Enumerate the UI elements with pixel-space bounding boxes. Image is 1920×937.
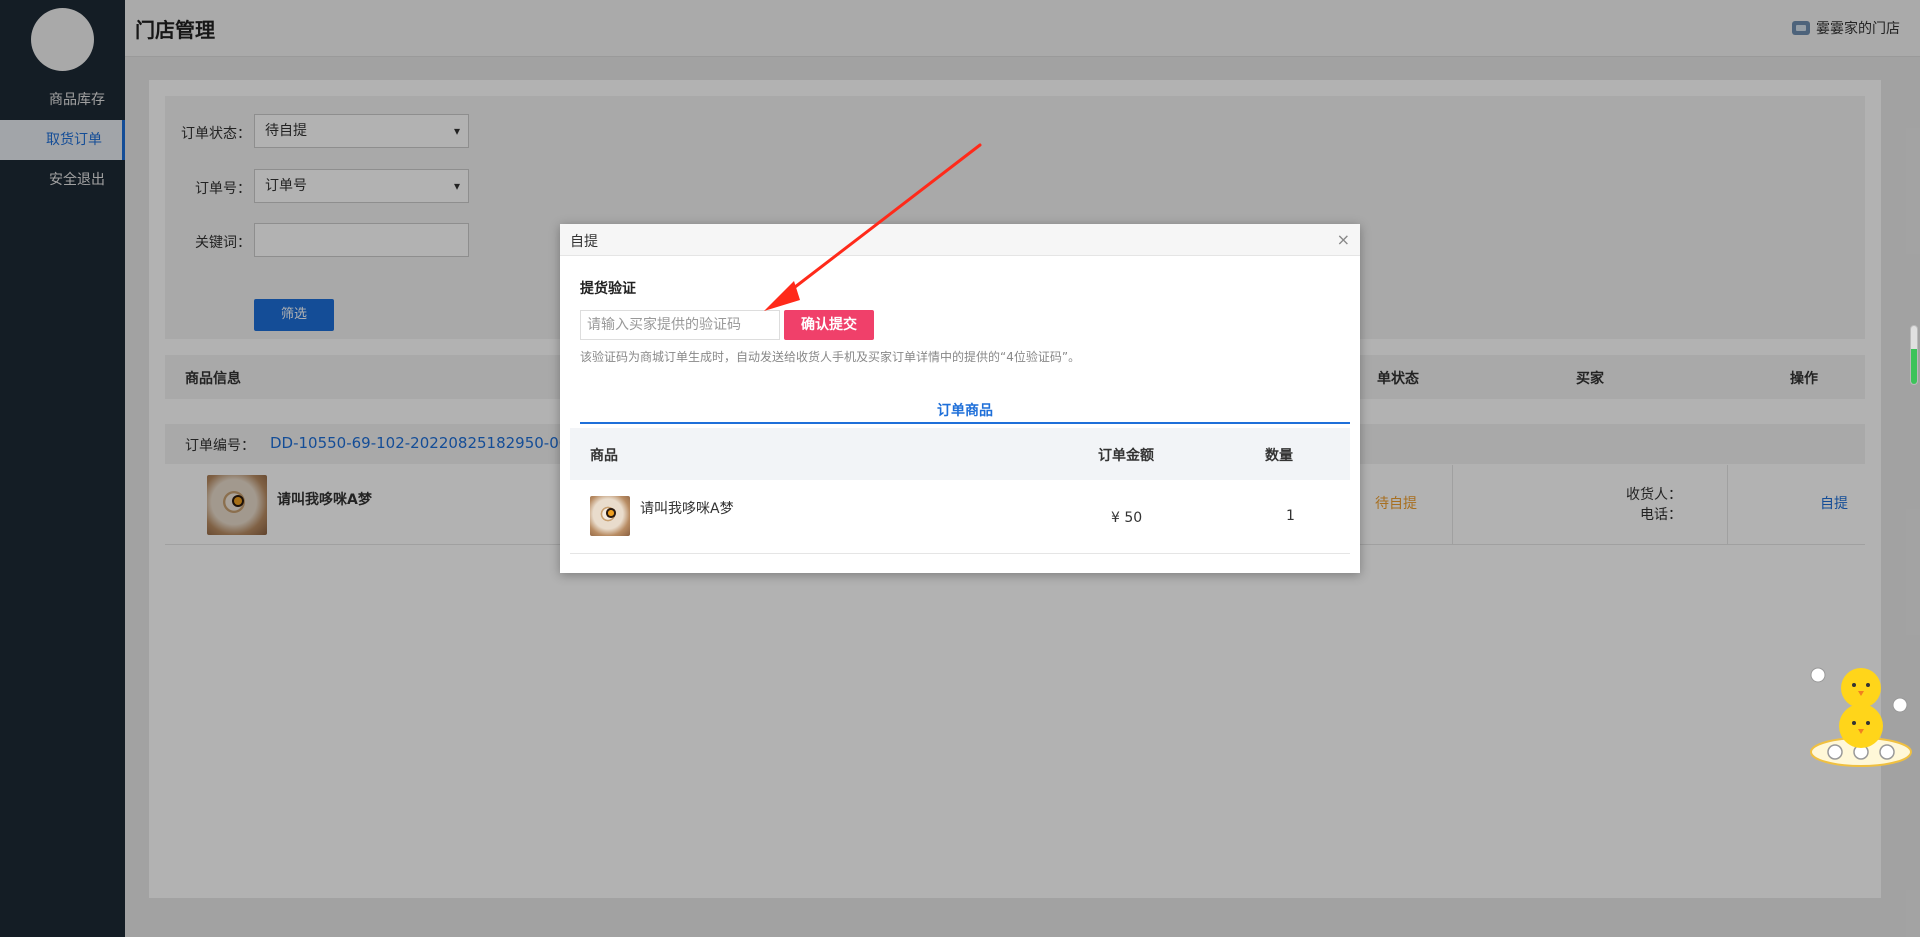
modal-col-quantity: 数量 bbox=[1265, 448, 1293, 464]
chick-mascot-icon[interactable] bbox=[1808, 660, 1914, 770]
verify-section-title: 提货验证 bbox=[580, 281, 636, 297]
modal-title: 自提 bbox=[570, 234, 598, 250]
verification-code-input[interactable]: 请输入买家提供的验证码 bbox=[580, 310, 780, 340]
modal-col-amount: 订单金额 bbox=[1098, 448, 1154, 464]
confirm-submit-button[interactable]: 确认提交 bbox=[784, 310, 874, 340]
verification-hint: 该验证码为商城订单生成时，自动发送给收货人手机及买家订单详情中的提供的“4位验证… bbox=[580, 350, 1081, 364]
item-quantity: 1 bbox=[1286, 508, 1295, 524]
item-thumbnail bbox=[590, 496, 630, 536]
modal-col-product: 商品 bbox=[590, 448, 618, 464]
modal-table-header: 商品 订单金额 数量 bbox=[570, 428, 1350, 480]
modal-header: 自提 × bbox=[560, 224, 1360, 256]
tab-order-items[interactable]: 订单商品 bbox=[580, 394, 1350, 424]
scroll-indicator[interactable] bbox=[1910, 325, 1918, 385]
modal-table-row: 请叫我哆咪A梦 ¥ 50 1 bbox=[570, 480, 1350, 554]
tab-order-items-label: 订单商品 bbox=[937, 403, 993, 419]
item-amount: ¥ 50 bbox=[1111, 510, 1143, 526]
item-name: 请叫我哆咪A梦 bbox=[640, 501, 734, 517]
close-icon[interactable]: × bbox=[1337, 230, 1350, 249]
pickup-modal: 自提 × 提货验证 请输入买家提供的验证码 确认提交 该验证码为商城订单生成时，… bbox=[560, 224, 1360, 573]
